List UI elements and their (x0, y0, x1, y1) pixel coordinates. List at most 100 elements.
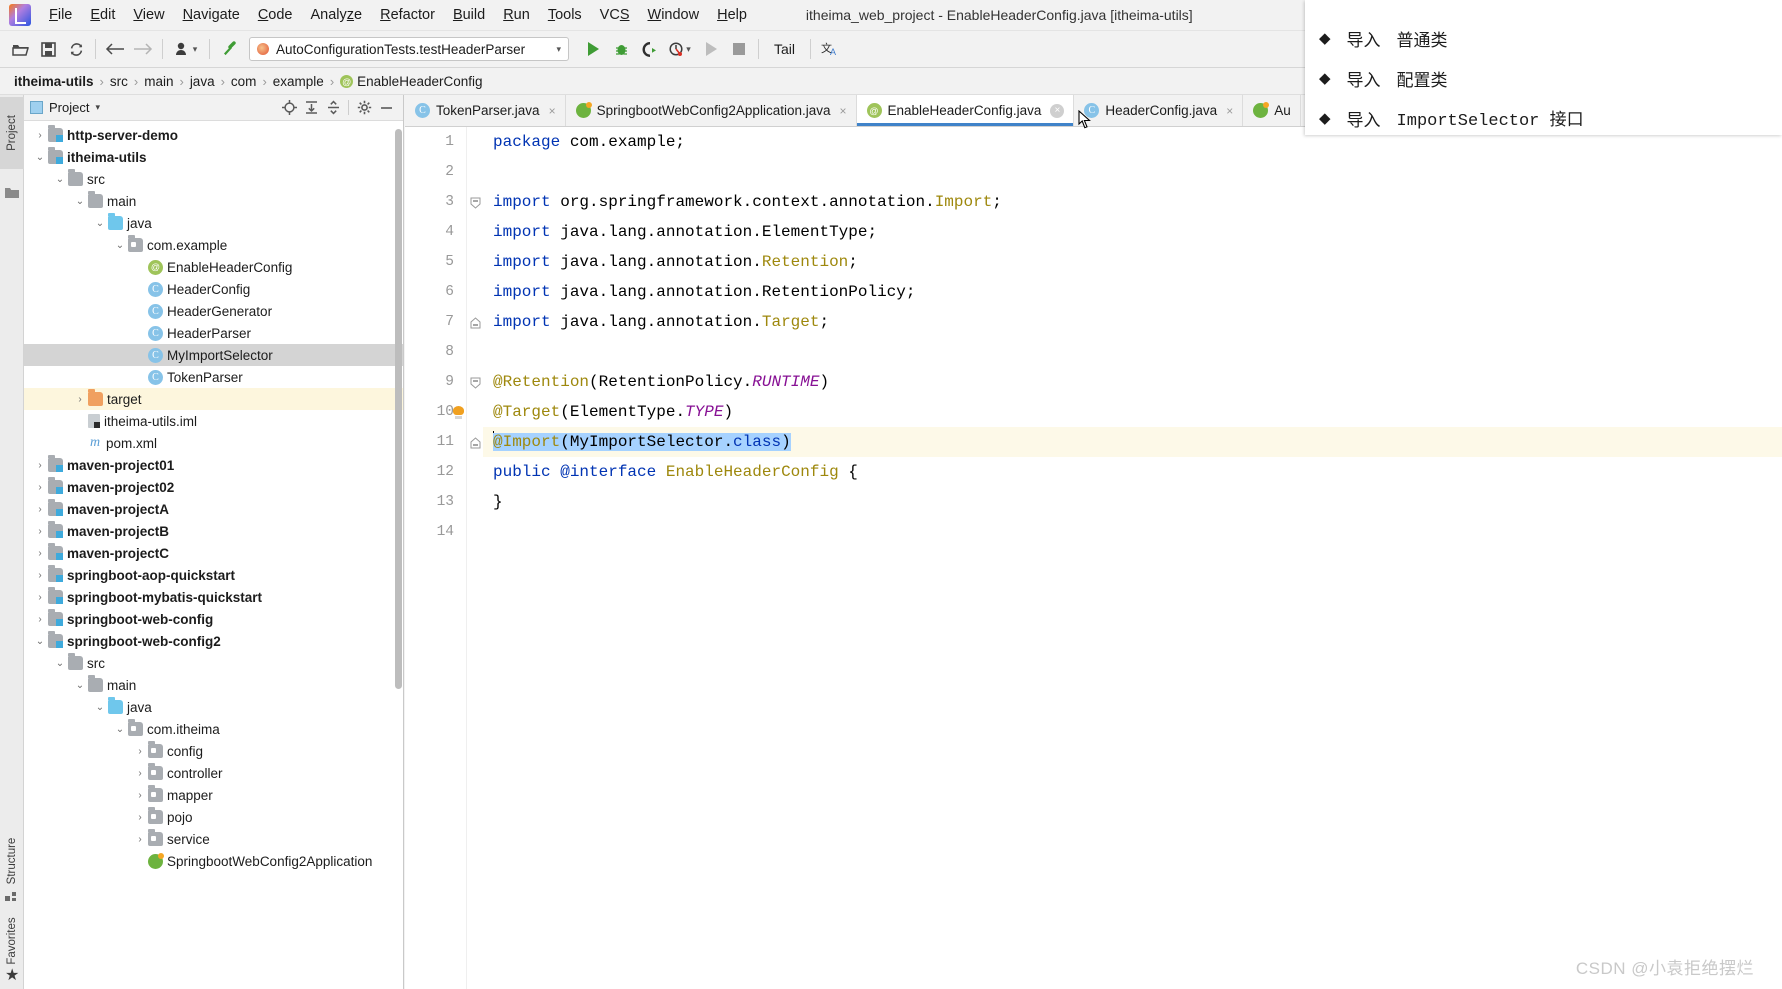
run-configuration-selector[interactable]: AutoConfigurationTests.testHeaderParser … (249, 37, 569, 61)
tree-twisty-icon[interactable] (132, 372, 148, 383)
tree-node[interactable]: ⌄ main (24, 674, 403, 696)
code-line[interactable]: @Target(ElementType.TYPE) (483, 397, 1782, 427)
tree-twisty-icon[interactable]: ⌄ (112, 240, 128, 251)
code-line[interactable]: import java.lang.annotation.RetentionPol… (483, 277, 1782, 307)
menu-item-run[interactable]: Run (494, 3, 539, 27)
menu-item-refactor[interactable]: Refactor (371, 3, 444, 27)
tree-node[interactable]: › controller (24, 762, 403, 784)
code-fold-icon[interactable] (470, 437, 481, 449)
tree-twisty-icon[interactable]: › (132, 790, 148, 801)
tree-twisty-icon[interactable]: › (132, 812, 148, 823)
tree-node[interactable]: C HeaderGenerator (24, 300, 403, 322)
rail-item-project[interactable]: Project (6, 105, 18, 161)
debug-bug-icon[interactable] (607, 36, 635, 62)
close-icon[interactable]: × (1050, 103, 1065, 118)
tree-twisty-icon[interactable]: ⌄ (112, 724, 128, 735)
tree-twisty-icon[interactable]: ⌄ (32, 636, 48, 647)
tree-twisty-icon[interactable] (72, 416, 88, 427)
code-line[interactable]: import java.lang.annotation.ElementType; (483, 217, 1782, 247)
breadcrumb-item-main[interactable]: main (140, 74, 177, 89)
run-play-icon[interactable] (579, 36, 607, 62)
tree-node[interactable]: › springboot-aop-quickstart (24, 564, 403, 586)
close-icon[interactable]: × (839, 104, 846, 118)
code-line[interactable]: @Import(MyImportSelector.class) (483, 427, 1782, 457)
profiler-icon[interactable]: ▾ (663, 36, 697, 62)
tree-node[interactable]: ⌄ springboot-web-config2 (24, 630, 403, 652)
tree-node[interactable]: ⌄ java (24, 212, 403, 234)
tree-node[interactable]: ⌄ main (24, 190, 403, 212)
tree-node[interactable]: › http-server-demo (24, 124, 403, 146)
refresh-icon[interactable] (62, 36, 90, 62)
breadcrumb-item-java[interactable]: java (186, 74, 219, 89)
tree-node[interactable]: C TokenParser (24, 366, 403, 388)
menu-item-edit[interactable]: Edit (81, 3, 124, 27)
project-tree[interactable]: › http-server-demo ⌄ itheima-utils ⌄ src ⌄ main… (24, 121, 403, 989)
code-line[interactable]: } (483, 487, 1782, 517)
breadcrumb-item-example[interactable]: example (269, 74, 328, 89)
tree-node[interactable]: SpringbootWebConfig2Application (24, 850, 403, 872)
open-folder-icon[interactable] (6, 36, 34, 62)
menu-item-vcs[interactable]: VCS (591, 3, 639, 27)
tree-node[interactable]: ⌄ com.example (24, 234, 403, 256)
editor-fold-column[interactable] (467, 127, 483, 989)
code-line[interactable]: public @interface EnableHeaderConfig { (483, 457, 1782, 487)
stop-square-icon[interactable] (725, 36, 753, 62)
menu-item-tools[interactable]: Tools (539, 3, 591, 27)
intention-bulb-icon[interactable] (453, 406, 464, 419)
tree-node[interactable]: C HeaderParser (24, 322, 403, 344)
menu-item-view[interactable]: View (124, 3, 173, 27)
tree-node[interactable]: › service (24, 828, 403, 850)
tree-node[interactable]: ⌄ itheima-utils (24, 146, 403, 168)
editor-tab[interactable]: C HeaderConfig.java × (1074, 95, 1244, 126)
tree-node[interactable]: m pom.xml (24, 432, 403, 454)
tree-twisty-icon[interactable]: › (32, 570, 48, 581)
code-line[interactable]: import java.lang.annotation.Retention; (483, 247, 1782, 277)
build-hammer-icon[interactable] (215, 36, 243, 62)
tree-node[interactable]: › maven-projectA (24, 498, 403, 520)
tree-twisty-icon[interactable]: › (32, 526, 48, 537)
tree-twisty-icon[interactable]: › (72, 394, 88, 405)
code-fold-icon[interactable] (470, 377, 481, 389)
expand-all-icon[interactable] (300, 98, 322, 118)
tree-node[interactable]: › maven-project01 (24, 454, 403, 476)
tree-node[interactable]: › config (24, 740, 403, 762)
tree-twisty-icon[interactable] (72, 438, 88, 449)
rerun-dim-icon[interactable] (697, 36, 725, 62)
menu-item-help[interactable]: Help (708, 3, 756, 27)
breadcrumb-item-com[interactable]: com (227, 74, 261, 89)
tree-node[interactable]: C HeaderConfig (24, 278, 403, 300)
save-icon[interactable] (34, 36, 62, 62)
tree-node[interactable]: › maven-project02 (24, 476, 403, 498)
tree-node[interactable]: ⌄ com.itheima (24, 718, 403, 740)
tree-twisty-icon[interactable]: › (132, 746, 148, 757)
editor-tab[interactable]: @ EnableHeaderConfig.java × (856, 95, 1075, 126)
user-dropdown-icon[interactable]: ▾ (168, 36, 204, 62)
code-line[interactable] (483, 517, 1782, 547)
menu-item-file[interactable]: File (40, 3, 81, 27)
tree-twisty-icon[interactable]: › (32, 504, 48, 515)
minimize-icon[interactable] (375, 98, 397, 118)
tree-twisty-icon[interactable]: ⌄ (92, 218, 108, 229)
menu-item-code[interactable]: Code (249, 3, 302, 27)
tree-twisty-icon[interactable] (132, 328, 148, 339)
structure-icon[interactable] (5, 890, 18, 905)
tree-node[interactable]: › pojo (24, 806, 403, 828)
tree-twisty-icon[interactable]: › (132, 834, 148, 845)
code-line[interactable]: import org.springframework.context.annot… (483, 187, 1782, 217)
project-tree-scrollbar[interactable] (395, 129, 402, 689)
editor-tab[interactable]: SpringbootWebConfig2Application.java × (565, 95, 857, 126)
rail-item-structure[interactable]: Structure (6, 833, 18, 889)
code-line[interactable] (483, 157, 1782, 187)
tree-twisty-icon[interactable]: › (32, 548, 48, 559)
arrow-left-icon[interactable] (101, 36, 129, 62)
menu-item-analyze[interactable]: Analyze (302, 3, 372, 27)
scroll-from-source-icon[interactable] (278, 98, 300, 118)
tree-twisty-icon[interactable]: ⌄ (52, 658, 68, 669)
tree-node[interactable]: ⌄ java (24, 696, 403, 718)
tree-twisty-icon[interactable]: › (32, 482, 48, 493)
menu-item-window[interactable]: Window (639, 3, 709, 27)
chevron-down-icon[interactable]: ▾ (95, 102, 100, 113)
tree-node[interactable]: ⌄ src (24, 168, 403, 190)
tree-node[interactable]: › mapper (24, 784, 403, 806)
menu-item-navigate[interactable]: Navigate (174, 3, 249, 27)
